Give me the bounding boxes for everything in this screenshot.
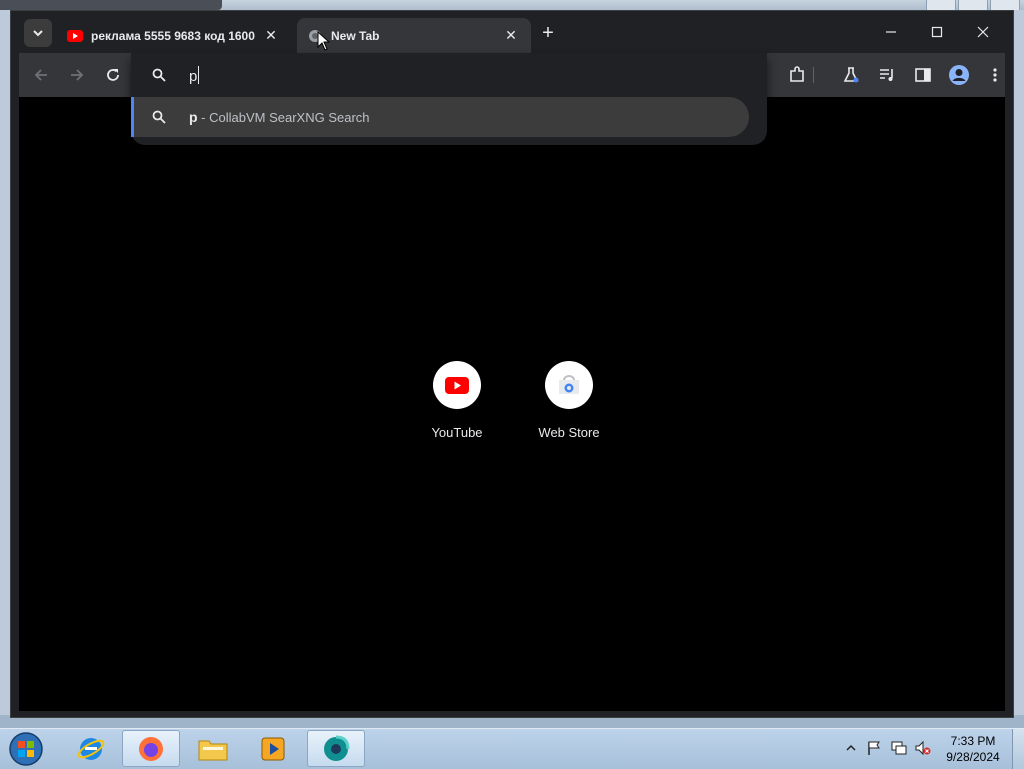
taskbar-firefox[interactable] [122,730,180,767]
back-button[interactable] [29,63,53,87]
puzzle-icon [790,66,804,82]
network-icon[interactable] [890,740,908,756]
profile-avatar-icon [949,65,969,85]
desktop-background-left [0,10,10,715]
shortcut-label: Web Store [538,425,600,440]
selection-indicator [131,97,134,137]
taskbar-file-explorer[interactable] [184,730,242,767]
windows-taskbar: 7:33 PM 9/28/2024 [0,728,1024,769]
tab-youtube[interactable]: реклама 5555 9683 код 1600 ✕ [57,18,291,53]
mouse-cursor-icon [317,31,331,51]
close-window-button[interactable] [961,21,1005,43]
address-bar[interactable]: p [131,53,767,97]
suggestion-text: p - CollabVM SearXNG Search [189,109,370,125]
side-panel-icon [915,68,931,82]
shortcut-tile [545,361,593,409]
arrow-right-icon [71,69,84,81]
shortcut-label: YouTube [431,425,483,440]
address-input[interactable]: p [189,66,200,85]
desktop-background-right [1014,10,1024,715]
menu-button[interactable] [983,63,1007,87]
text-caret [198,66,200,84]
close-tab-icon[interactable]: ✕ [263,27,279,44]
chevron-down-icon [33,30,43,37]
shortcut-web-store[interactable]: Web Store [519,361,619,440]
clock-time: 7:33 PM [950,734,996,748]
close-icon [977,26,989,38]
youtube-icon [445,376,469,394]
taskbar-media-player[interactable] [244,730,302,767]
new-tab-button[interactable]: + [538,22,558,44]
chrome-browser-icon [324,735,350,761]
firefox-icon [139,736,163,761]
volume-muted-icon[interactable] [914,740,932,756]
tab-strip: реклама 5555 9683 код 1600 ✕ New Tab ✕ + [11,11,1013,53]
profile-button[interactable] [947,63,971,87]
suggestion-engine: - CollabVM SearXNG Search [197,110,370,125]
tab-new-tab[interactable]: New Tab ✕ [297,18,531,53]
reload-button[interactable] [101,63,125,87]
more-vert-icon [993,68,997,82]
close-tab-icon[interactable]: ✕ [503,27,519,44]
action-center-flag-icon[interactable] [866,740,882,756]
extensions-button[interactable] [785,63,809,87]
omnibox-dropdown: p p - CollabVM SearXNG Search [131,53,767,145]
shortcut-youtube[interactable]: YouTube [407,361,507,440]
shortcut-tile [433,361,481,409]
flask-icon [843,67,859,83]
start-button[interactable] [6,730,46,768]
show-hidden-icons-icon[interactable] [846,740,856,756]
clock-date: 9/28/2024 [946,750,1000,764]
suggestion-query: p [189,109,198,125]
playlist-icon [880,69,893,81]
reload-icon [107,69,119,81]
minimize-button[interactable] [869,21,913,43]
maximize-icon [931,26,943,38]
taskbar-internet-explorer[interactable] [62,730,120,767]
media-controls-button[interactable] [875,63,899,87]
search-icon [152,68,166,82]
labs-button[interactable] [839,63,863,87]
system-clock[interactable]: 7:33 PM 9/28/2024 [940,733,1006,765]
background-window-edge [0,0,222,10]
minimize-icon [886,31,896,33]
new-tab-page: YouTube Web Store [19,97,1005,711]
omnibox-suggestion[interactable]: p - CollabVM SearXNG Search [131,97,749,137]
arrow-left-icon [34,69,47,81]
taskbar-chrome[interactable] [307,730,365,767]
forward-button[interactable] [65,63,89,87]
media-player-icon [261,737,285,760]
internet-explorer-icon [77,737,105,760]
youtube-icon [67,28,83,44]
file-explorer-icon [198,740,228,760]
tab-search-button[interactable] [24,19,52,47]
tab-title: New Tab [331,28,380,43]
side-panel-button[interactable] [911,63,935,87]
maximize-button[interactable] [915,21,959,43]
browser-window: реклама 5555 9683 код 1600 ✕ New Tab ✕ + [10,10,1014,718]
windows-start-orb-icon [9,732,43,766]
tab-title: реклама 5555 9683 код 1600 [91,28,255,43]
desktop-background-top [0,0,1024,12]
webstore-icon [559,375,579,394]
search-icon [152,110,166,124]
show-desktop-button[interactable] [1012,729,1024,769]
toolbar-separator [813,67,814,83]
